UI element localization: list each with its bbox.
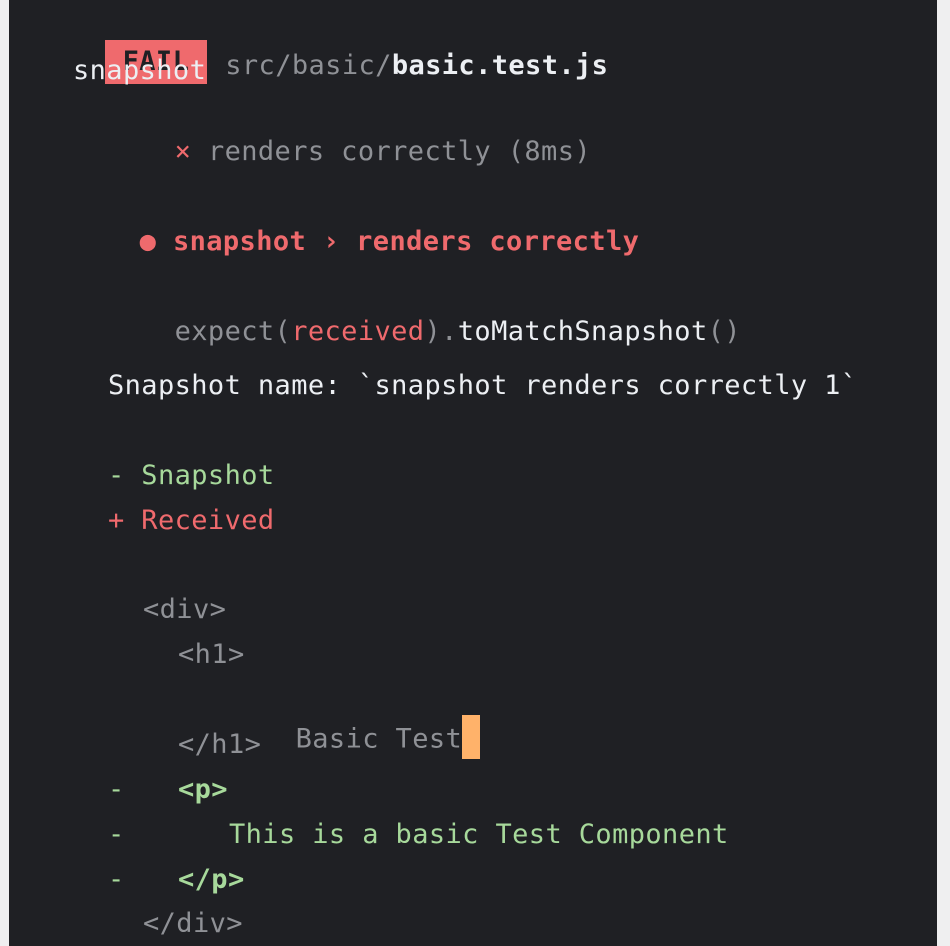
diff-div-close: </div> [143, 908, 243, 939]
expect-call: expect( [174, 316, 292, 347]
diff-minus-sign: - [108, 819, 125, 850]
diff-p-close: </p> [178, 864, 245, 895]
received-arg: received [291, 316, 425, 347]
legend-received: + Received [108, 505, 275, 536]
diff-h1-text-row: Basic Test [229, 682, 481, 759]
suite-name: snapshot [73, 55, 207, 86]
snapshot-name: Snapshot name: `snapshot renders correct… [108, 370, 858, 401]
diff-p-open: <p> [178, 774, 228, 805]
legend-snapshot: - Snapshot [108, 460, 275, 491]
test-file-header: FAIL src/basic/basic.test.js [38, 8, 608, 84]
diff-h1-open: <h1> [178, 639, 245, 670]
diff-h1-text: Basic Test [295, 723, 463, 755]
fail-cross-icon: × [174, 136, 192, 167]
diff-minus-sign: - [108, 864, 125, 895]
text-cursor [462, 715, 481, 759]
diff-h1-close: </h1> [178, 729, 262, 760]
matcher-name: toMatchSnapshot [457, 316, 708, 347]
file-path-prefix: src/basic/ [225, 50, 392, 81]
diff-div-open: <div> [143, 594, 227, 625]
test-result-text: renders correctly (8ms) [207, 136, 592, 167]
failure-title: snapshot › renders correctly [172, 226, 640, 257]
test-result-row: × renders correctly (8ms) [108, 98, 591, 167]
diff-minus-sign: - [108, 774, 125, 805]
failure-heading: ● snapshot › renders correctly [73, 188, 639, 257]
bullet-icon: ● [139, 226, 157, 257]
diff-p-text: This is a basic Test Component [229, 819, 729, 850]
file-name: basic.test.js [391, 50, 609, 81]
dot-operator: . [441, 316, 458, 347]
matcher-parens: () [707, 316, 741, 347]
assertion-line: expect(received).toMatchSnapshot() [108, 278, 741, 347]
expect-close: ) [424, 316, 442, 347]
terminal-window[interactable]: FAIL src/basic/basic.test.js snapshot × r… [9, 0, 937, 946]
